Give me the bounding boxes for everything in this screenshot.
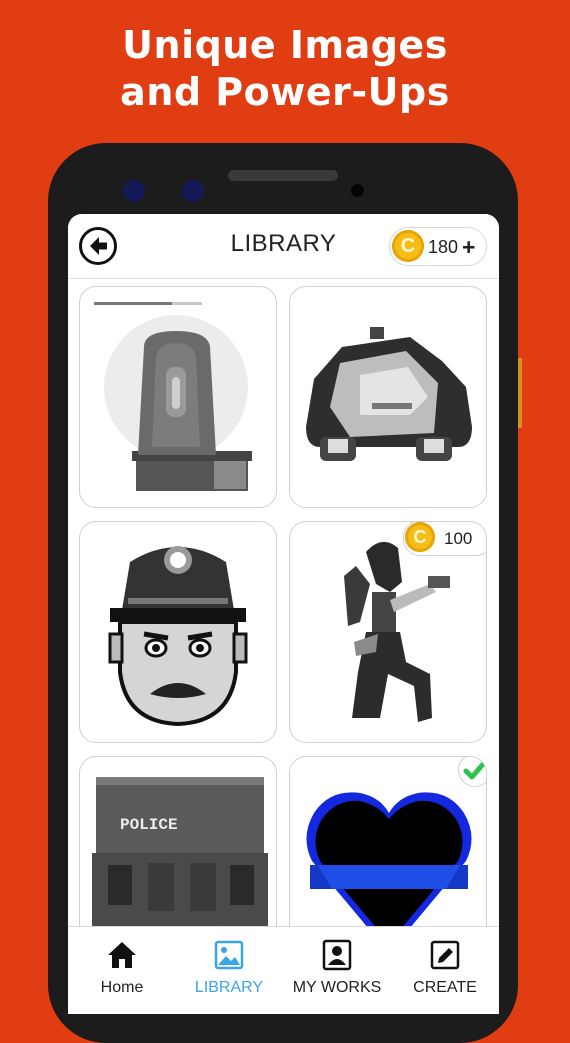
promo-line-1: Unique Images [122, 23, 448, 67]
check-icon [463, 760, 486, 780]
image-icon [214, 940, 244, 970]
price-badge[interactable]: C 100 [403, 522, 486, 556]
library-item-police-car[interactable] [289, 286, 487, 508]
library-item-woman-gun[interactable]: C 100 [289, 521, 487, 743]
coin-balance: 180 [428, 237, 459, 257]
nav-label-create: CREATE [413, 979, 477, 996]
app-screen: LIBRARY C 180 + C 100 POLICE Home LIBRAR… [68, 214, 499, 1014]
library-item-siren[interactable] [79, 286, 277, 508]
coin-balance-button[interactable]: C 180 + [389, 227, 487, 266]
nav-label-library: LIBRARY [194, 979, 264, 996]
promo-headline: Unique Images and Power-Ups [0, 22, 570, 116]
completed-badge [458, 757, 486, 787]
siren-image [104, 315, 252, 491]
nav-my-works[interactable]: MY WORKS [283, 927, 391, 1014]
phone-sensor [123, 180, 145, 202]
library-grid: C 100 POLICE [68, 280, 499, 978]
price-amount: 100 [444, 529, 473, 548]
volume-button [518, 358, 522, 428]
phone-speaker [228, 170, 338, 181]
coin-icon: C [392, 230, 424, 262]
app-bar: LIBRARY C 180 + [68, 214, 499, 279]
nav-library[interactable]: LIBRARY [175, 927, 283, 1014]
nav-label-my-works: MY WORKS [292, 979, 382, 996]
front-camera [351, 184, 364, 197]
library-item-police-officer[interactable] [79, 521, 277, 743]
van-text: POLICE [120, 816, 178, 834]
coin-icon: C [405, 522, 435, 552]
promo-line-2: and Power-Ups [120, 70, 450, 114]
police-car-image [306, 327, 472, 461]
bottom-navigation: Home LIBRARY MY WORKS CREATE [68, 926, 499, 1014]
edit-pencil-icon [430, 940, 460, 970]
phone-sensor [182, 180, 204, 202]
phone-frame: LIBRARY C 180 + C 100 POLICE Home LIBRAR… [48, 143, 522, 1043]
nav-create[interactable]: CREATE [391, 927, 499, 1014]
nav-label-home: Home [100, 979, 144, 996]
police-officer-image [108, 546, 248, 727]
nav-home[interactable]: Home [68, 927, 176, 1014]
portrait-icon [322, 939, 352, 971]
add-coins-icon: + [462, 234, 476, 260]
home-icon [108, 942, 136, 968]
